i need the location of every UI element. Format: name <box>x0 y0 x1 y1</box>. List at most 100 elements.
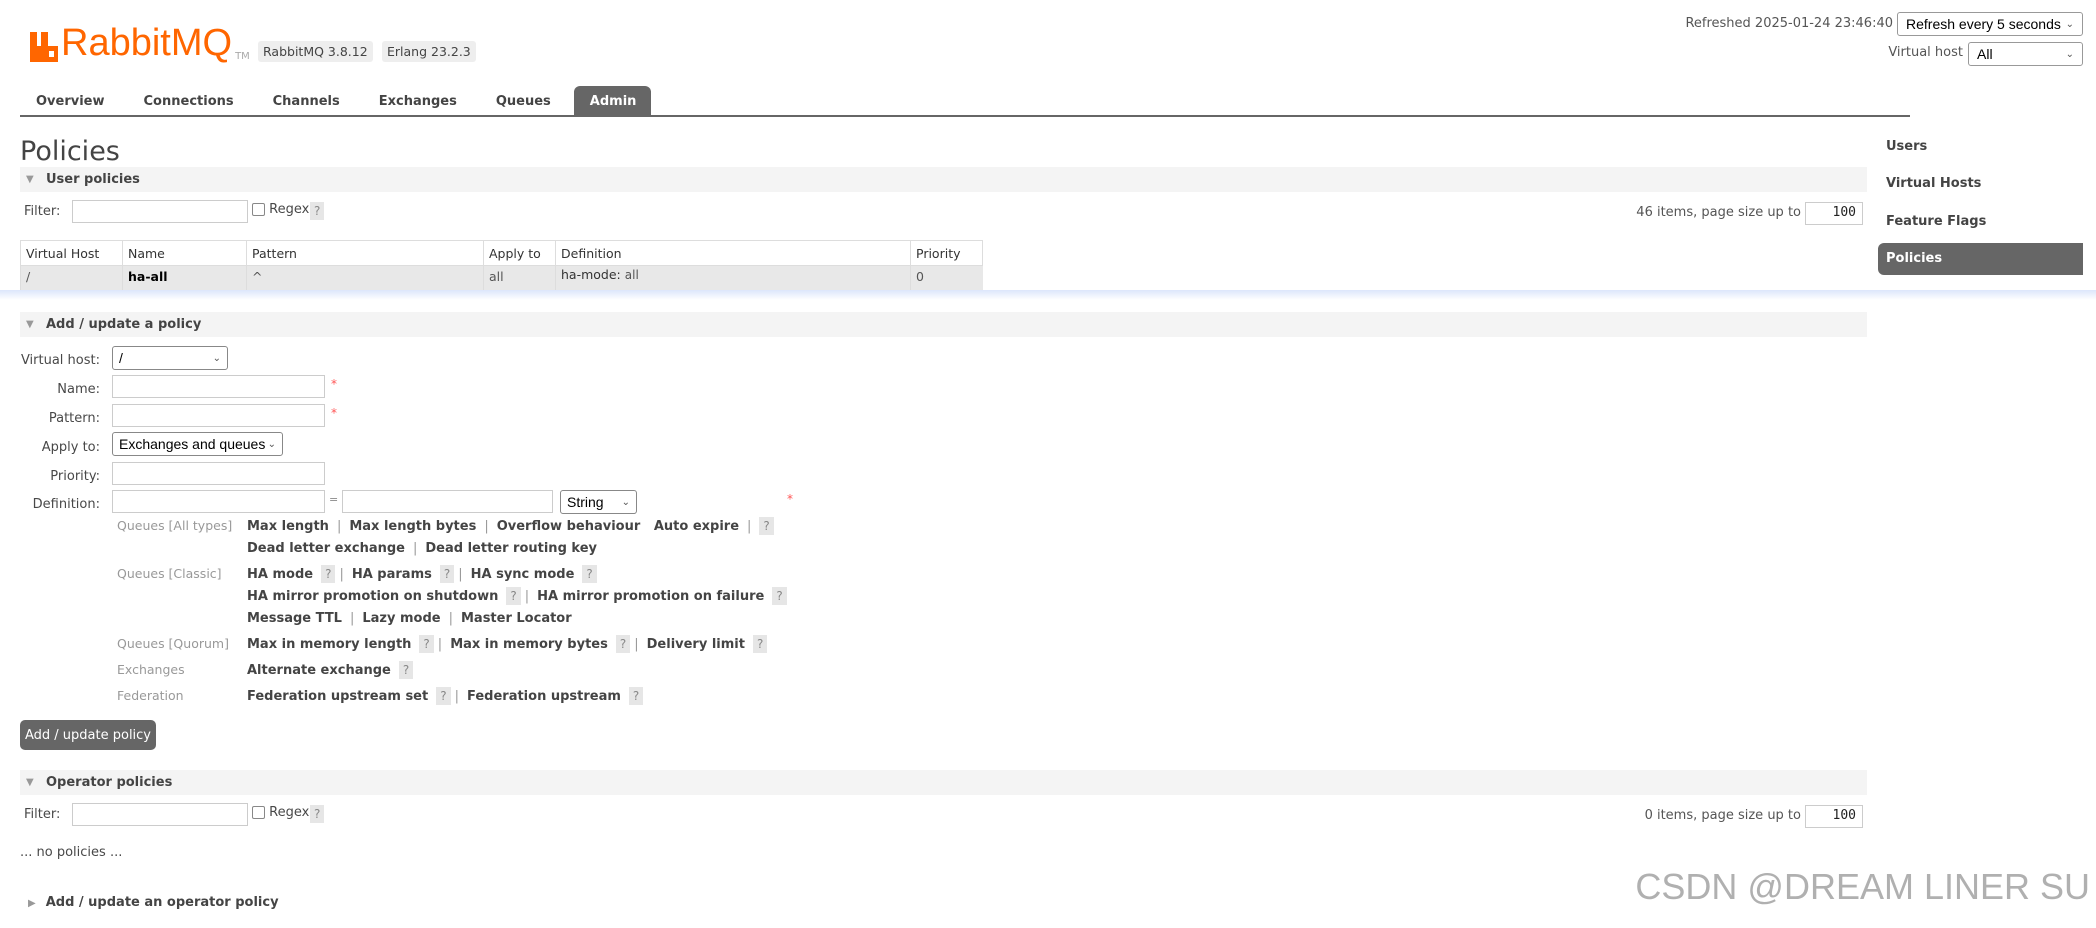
help-links-row: Federation upstream set? | Federation upst… <box>247 687 644 705</box>
sidebar-item-feature-flags[interactable]: Feature Flags <box>1886 214 1986 229</box>
policy-pattern-input[interactable] <box>112 404 325 427</box>
add-operator-policy-header[interactable]: ▶ Add / update an operator policy <box>28 895 279 910</box>
vhost-label: Virtual host <box>1888 45 1963 60</box>
operator-policies-header[interactable]: ▼ Operator policies <box>20 770 1867 795</box>
help-links-row: Max in memory length? | Max in memory byte… <box>247 635 768 653</box>
help-icon[interactable]: ? <box>310 202 325 220</box>
user-policies-table: Virtual Host Name Pattern Apply to Defin… <box>20 240 983 291</box>
logo-tm: TM <box>235 51 250 62</box>
help-link[interactable]: HA mirror promotion on failure <box>537 589 764 604</box>
help-link[interactable]: Auto expire <box>654 519 739 534</box>
items-count: 0 items, page size up to <box>1644 808 1801 823</box>
table-row[interactable]: / ha-all ^ all ha-mode: all 0 <box>20 265 983 291</box>
tab-channels[interactable]: Channels <box>249 86 355 115</box>
help-link[interactable]: Dead letter exchange <box>247 541 405 556</box>
help-icon[interactable]: ? <box>439 565 455 583</box>
main-tabs: Overview Connections Channels Exchanges … <box>20 86 1910 117</box>
cell-name-link[interactable]: ha-all <box>122 265 247 291</box>
cell-vhost: / <box>20 265 123 291</box>
help-link[interactable]: Alternate exchange <box>247 663 391 678</box>
help-link[interactable]: Federation upstream set <box>247 689 428 704</box>
refresh-select-value: Refresh every 5 seconds <box>1906 16 2061 32</box>
vhost-select-value: All <box>1977 46 1993 62</box>
tab-admin[interactable]: Admin <box>573 86 652 115</box>
help-icon[interactable]: ? <box>582 565 597 583</box>
definition-value-input[interactable] <box>342 490 553 513</box>
help-icon[interactable]: ? <box>310 805 325 823</box>
section-title: Add / update an operator policy <box>45 895 279 910</box>
help-link[interactable]: Max length <box>247 519 329 534</box>
def-value: all <box>624 268 639 282</box>
regex-checkbox[interactable] <box>252 203 265 216</box>
operator-policies-filter-input[interactable] <box>72 803 248 826</box>
add-update-policy-button[interactable]: Add / update policy <box>20 720 156 750</box>
help-link[interactable]: Max length bytes <box>349 519 476 534</box>
help-link[interactable]: HA params <box>352 567 432 582</box>
vhost-select[interactable]: All ⌄ <box>1968 42 2083 66</box>
help-link[interactable]: HA mirror promotion on shutdown <box>247 589 498 604</box>
chevron-down-icon: ⌄ <box>2065 18 2074 30</box>
definition-type-select[interactable]: String ⌄ <box>560 490 637 514</box>
refreshed-text: Refreshed 2025-01-24 23:46:40 <box>1685 16 1893 31</box>
col-name[interactable]: Name <box>122 240 247 266</box>
sidebar-item-virtual-hosts[interactable]: Virtual Hosts <box>1886 176 1981 191</box>
help-link[interactable]: Master Locator <box>461 611 572 626</box>
select-value: Exchanges and queues <box>119 436 266 452</box>
help-links-row: Alternate exchange? <box>247 661 414 679</box>
help-link[interactable]: Overflow behaviour <box>497 519 641 534</box>
filter-label: Filter: <box>24 204 61 219</box>
help-icon[interactable]: ? <box>419 635 434 653</box>
cell-apply-to: all <box>483 265 556 291</box>
help-icon[interactable]: ? <box>752 635 768 653</box>
tab-queues[interactable]: Queues <box>472 86 566 115</box>
sidebar-item-policies[interactable]: Policies <box>1886 251 1942 266</box>
help-link[interactable]: Dead letter routing key <box>425 541 597 556</box>
page-size-input[interactable]: 100 <box>1805 805 1863 828</box>
user-policies-filter-input[interactable] <box>72 200 248 223</box>
help-icon[interactable]: ? <box>628 687 644 705</box>
col-vhost[interactable]: Virtual Host <box>20 240 123 266</box>
policy-name-input[interactable] <box>112 375 325 398</box>
help-icon[interactable]: ? <box>321 565 336 583</box>
help-icon[interactable]: ? <box>759 517 774 535</box>
refresh-interval-select[interactable]: Refresh every 5 seconds ⌄ <box>1897 12 2083 36</box>
col-apply-to[interactable]: Apply to <box>483 240 556 266</box>
tab-overview[interactable]: Overview <box>20 86 120 115</box>
help-icon[interactable]: ? <box>398 661 414 679</box>
help-icon[interactable]: ? <box>436 687 451 705</box>
help-link[interactable]: Federation upstream <box>467 689 621 704</box>
col-priority[interactable]: Priority <box>910 240 983 266</box>
help-icon[interactable]: ? <box>615 635 631 653</box>
required-marker: * <box>331 377 337 391</box>
page-size-input[interactable]: 100 <box>1805 202 1863 225</box>
apply-to-select[interactable]: Exchanges and queues ⌄ <box>112 432 283 456</box>
help-link[interactable]: HA mode <box>247 567 313 582</box>
regex-checkbox[interactable] <box>252 806 265 819</box>
help-link[interactable]: Max in memory bytes <box>450 637 608 652</box>
help-icon[interactable]: ? <box>506 587 521 605</box>
help-link[interactable]: Message TTL <box>247 611 342 626</box>
tab-exchanges[interactable]: Exchanges <box>355 86 472 115</box>
definition-key-input[interactable] <box>112 490 325 513</box>
help-link[interactable]: Max in memory length <box>247 637 411 652</box>
tab-connections[interactable]: Connections <box>120 86 249 115</box>
policy-vhost-select[interactable]: / ⌄ <box>112 346 228 370</box>
regex-label: Regex <box>269 805 310 820</box>
help-links-row: Max length | Max length bytes | Overflow beh… <box>247 517 774 535</box>
add-policy-header[interactable]: ▼ Add / update a policy <box>20 312 1867 337</box>
help-link[interactable]: Lazy mode <box>362 611 440 626</box>
user-policies-header[interactable]: ▼ User policies <box>20 167 1867 192</box>
apply-to-label: Apply to: <box>41 440 100 455</box>
triangle-down-icon: ▼ <box>26 174 34 185</box>
help-link[interactable]: Delivery limit <box>647 637 745 652</box>
sidebar-item-users[interactable]: Users <box>1886 139 1927 154</box>
help-link[interactable]: HA sync mode <box>471 567 575 582</box>
help-icon[interactable]: ? <box>772 587 787 605</box>
regex-checkbox-wrap[interactable]: Regex <box>252 202 309 217</box>
col-definition[interactable]: Definition <box>555 240 911 266</box>
policy-priority-input[interactable] <box>112 462 325 485</box>
col-pattern[interactable]: Pattern <box>246 240 484 266</box>
regex-checkbox-wrap[interactable]: Regex <box>252 805 309 820</box>
items-count: 46 items, page size up to <box>1636 205 1801 220</box>
rabbitmq-logo: RabbitMQ TM <box>30 22 250 62</box>
